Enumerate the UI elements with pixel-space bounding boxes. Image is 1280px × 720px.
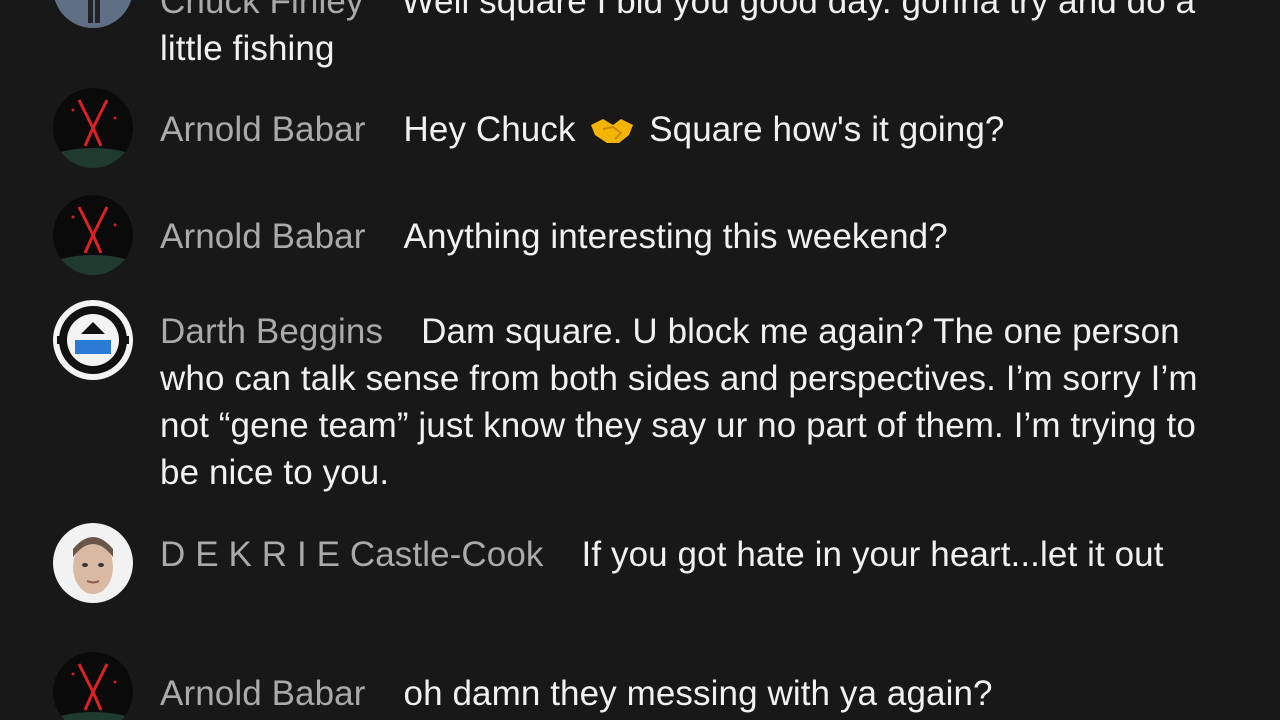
- author-name[interactable]: Arnold Babar: [160, 674, 366, 713]
- live-chat-feed: Chuck Finley Well square I bid you good d…: [0, 0, 1280, 720]
- author-name[interactable]: Arnold Babar: [160, 110, 366, 149]
- darth-avatar-image: [53, 300, 133, 380]
- message-body: Anything interesting this weekend?: [403, 217, 948, 256]
- chat-message: Arnold Babar oh damn they messing with ya…: [0, 652, 1280, 720]
- author-name[interactable]: Arnold Babar: [160, 217, 366, 256]
- chat-message: Arnold Babar Hey Chuck Square how's it go…: [0, 88, 1280, 170]
- chat-message-text: Arnold Babar oh damn they messing with ya…: [160, 670, 1240, 717]
- author-name[interactable]: Darth Beggins: [160, 312, 383, 351]
- chat-message-text: Arnold Babar Hey Chuck Square how's it go…: [160, 106, 1240, 153]
- handshake-emoji-icon: [591, 119, 634, 143]
- message-body-continued: Square how's it going?: [649, 110, 1005, 149]
- chat-message-text: Darth Beggins Dam square. U block me agai…: [160, 308, 1200, 496]
- chat-message-text: Arnold Babar Anything interesting this we…: [160, 213, 1240, 260]
- chuck-avatar-image: [53, 0, 133, 28]
- message-body: Hey Chuck: [403, 110, 576, 149]
- author-name[interactable]: Chuck Finley: [160, 0, 364, 21]
- avatar[interactable]: [53, 0, 133, 28]
- avatar[interactable]: [53, 652, 133, 720]
- chat-message: Darth Beggins Dam square. U block me agai…: [0, 300, 1280, 500]
- arnold-avatar-image: [53, 88, 133, 168]
- message-body: oh damn they messing with ya again?: [403, 674, 993, 713]
- author-name[interactable]: D E K R I E Castle-Cook: [160, 535, 544, 574]
- chat-message: Arnold Babar Anything interesting this we…: [0, 195, 1280, 277]
- chat-message-text: D E K R I E Castle-Cook If you got hate i…: [160, 531, 1220, 578]
- avatar[interactable]: [53, 195, 133, 275]
- dekrie-avatar-image: [53, 523, 133, 603]
- message-body: If you got hate in your heart...let it o…: [581, 535, 1164, 574]
- avatar[interactable]: [53, 523, 133, 603]
- avatar[interactable]: [53, 300, 133, 380]
- arnold-avatar-image: [53, 195, 133, 275]
- chat-message: Chuck Finley Well square I bid you good d…: [0, 0, 1280, 68]
- chat-message: D E K R I E Castle-Cook If you got hate i…: [0, 523, 1280, 633]
- chat-message-text: Chuck Finley Well square I bid you good d…: [160, 0, 1240, 72]
- arnold-avatar-image: [53, 652, 133, 720]
- avatar[interactable]: [53, 88, 133, 168]
